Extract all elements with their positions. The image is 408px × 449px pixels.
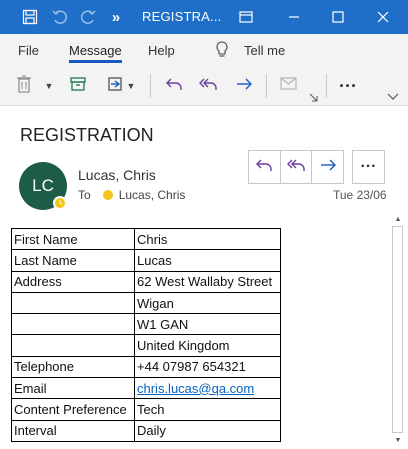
- recipients-row: To Lucas, Chris: [78, 188, 185, 202]
- more-actions-button[interactable]: ···: [352, 150, 385, 184]
- scroll-up-icon[interactable]: ▲: [393, 214, 403, 224]
- field-value: Lucas: [134, 249, 281, 272]
- forward-icon: [318, 156, 338, 179]
- field-value: chris.lucas@qa.com: [134, 377, 281, 400]
- menu-bar: File Message Help Tell me: [0, 34, 408, 66]
- to-label: To: [78, 188, 91, 202]
- menu-file[interactable]: File: [18, 43, 39, 58]
- archive-button[interactable]: [66, 74, 90, 98]
- field-label: Last Name: [11, 249, 135, 272]
- menu-message[interactable]: Message: [69, 43, 122, 63]
- ribbon-expand-icon[interactable]: [308, 92, 318, 102]
- table-row: Last Name Lucas: [11, 249, 281, 272]
- field-label: [11, 313, 135, 336]
- ribbon-collapse-icon[interactable]: [386, 92, 400, 102]
- table-row: Telephone +44 07987 654321: [11, 355, 281, 379]
- window-title: REGISTRA...: [142, 9, 222, 24]
- field-value: Daily: [134, 419, 281, 442]
- chevron-down-icon[interactable]: ▼: [127, 81, 136, 91]
- table-row: First Name Chris: [11, 227, 281, 251]
- forward-icon: [234, 75, 254, 98]
- meeting-icon: [279, 75, 299, 98]
- registration-table: First Name Chris Last Name Lucas Address 62 W…: [11, 227, 281, 442]
- field-value: Tech: [134, 398, 281, 421]
- move-icon: [107, 75, 125, 98]
- field-label: Telephone: [11, 355, 135, 379]
- popout-icon[interactable]: [236, 7, 256, 27]
- more-icon: ···: [360, 158, 377, 175]
- overflow-chevron[interactable]: »: [106, 7, 126, 27]
- field-value: Chris: [134, 227, 281, 251]
- delete-icon: [15, 74, 33, 99]
- ribbon-divider: [266, 74, 267, 98]
- reply-icon: [254, 156, 274, 179]
- sender-name[interactable]: Lucas, Chris: [78, 167, 156, 183]
- title-bar: » REGISTRA...: [0, 0, 408, 34]
- scroll-down-icon[interactable]: ▼: [393, 435, 403, 445]
- lightbulb-icon: [215, 41, 229, 62]
- reply-all-button[interactable]: [196, 74, 220, 98]
- field-value: United Kingdom: [134, 334, 281, 357]
- archive-icon: [69, 75, 87, 98]
- ribbon-divider: [326, 74, 327, 98]
- field-label: Email: [11, 377, 135, 400]
- minimize-icon[interactable]: [284, 7, 304, 27]
- maximize-icon[interactable]: [328, 7, 348, 27]
- field-label: Content Preference: [11, 398, 135, 421]
- table-row: W1 GAN: [11, 313, 281, 336]
- reply-actions: [248, 150, 344, 184]
- reply-all-icon: [285, 156, 307, 179]
- message-pane: REGISTRATION ··· LC Lucas, Chris To Luca…: [0, 106, 408, 449]
- email-link[interactable]: chris.lucas@qa.com: [137, 381, 254, 396]
- field-label: [11, 291, 135, 315]
- table-row: Interval Daily: [11, 419, 281, 442]
- redo-icon[interactable]: [78, 7, 98, 27]
- save-icon[interactable]: [20, 7, 40, 27]
- delete-button[interactable]: ▼: [12, 74, 56, 98]
- table-row: Address 62 West Wallaby Street: [11, 270, 281, 293]
- field-label: [11, 334, 135, 357]
- scroll-thumb[interactable]: [392, 226, 403, 433]
- chevron-down-icon[interactable]: ▼: [45, 81, 54, 91]
- menu-help[interactable]: Help: [148, 43, 175, 58]
- forward-button[interactable]: [312, 151, 343, 183]
- reply-icon: [164, 75, 184, 98]
- move-button[interactable]: ▼: [104, 74, 138, 98]
- field-value: W1 GAN: [134, 313, 281, 336]
- reply-button[interactable]: [249, 151, 281, 183]
- table-row: Content Preference Tech: [11, 398, 281, 421]
- message-date: Tue 23/06: [333, 188, 387, 202]
- tell-me-search[interactable]: Tell me: [244, 43, 285, 58]
- undo-icon[interactable]: [50, 7, 70, 27]
- field-label: First Name: [11, 227, 135, 251]
- presence-away-icon: [53, 196, 67, 210]
- ribbon-divider: [150, 74, 151, 98]
- close-icon[interactable]: [373, 7, 393, 27]
- table-row: United Kingdom: [11, 334, 281, 357]
- field-value: Wigan: [134, 291, 281, 315]
- more-icon[interactable]: ···: [336, 74, 360, 98]
- forward-button[interactable]: [232, 74, 256, 98]
- reply-button[interactable]: [162, 74, 186, 98]
- ribbon-toolbar: ▼ ▼ ···: [0, 66, 408, 106]
- meeting-button[interactable]: [276, 74, 302, 98]
- table-row: Wigan: [11, 291, 281, 315]
- reply-all-button[interactable]: [281, 151, 313, 183]
- field-value: 62 West Wallaby Street: [134, 270, 281, 293]
- recipient-name[interactable]: Lucas, Chris: [119, 188, 186, 202]
- reply-all-icon: [197, 75, 219, 98]
- presence-dot-icon: [102, 190, 113, 200]
- field-label: Address: [11, 270, 135, 293]
- table-row: Email chris.lucas@qa.com: [11, 377, 281, 400]
- field-label: Interval: [11, 419, 135, 442]
- field-value: +44 07987 654321: [134, 355, 281, 379]
- message-subject: REGISTRATION: [20, 125, 154, 145]
